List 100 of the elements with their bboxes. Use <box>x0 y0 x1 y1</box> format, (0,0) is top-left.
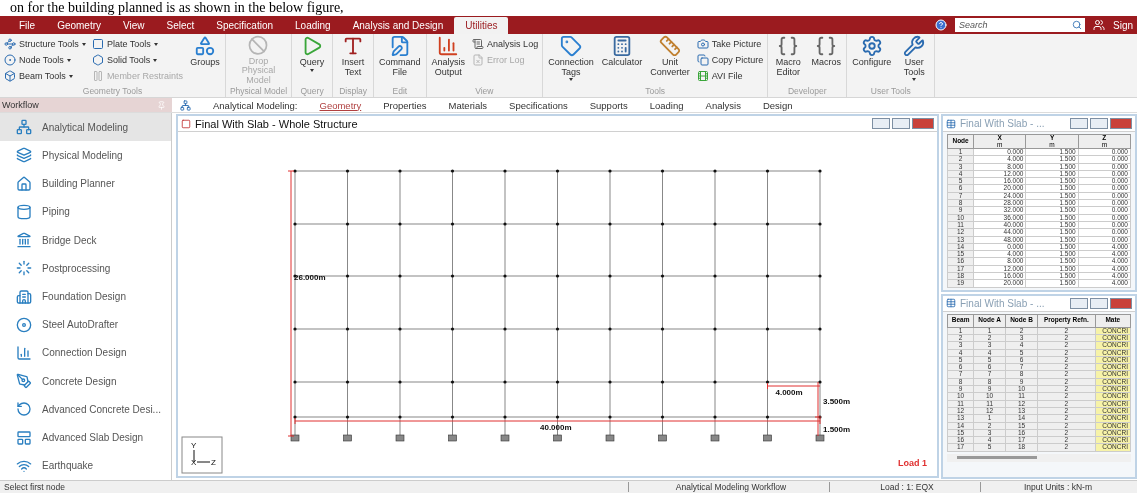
shapes-icon <box>193 35 216 57</box>
maximize-button[interactable] <box>1090 118 1108 129</box>
ribbon-button[interactable]: AVI File <box>696 69 764 83</box>
dimension-label: 26.000m <box>294 273 326 282</box>
ribbon-button[interactable]: Calculator <box>600 35 644 85</box>
menu-tab[interactable]: File <box>8 16 47 34</box>
menu-tab[interactable]: Geometry <box>46 16 113 34</box>
caret-icon <box>66 58 71 62</box>
account-icon[interactable] <box>1093 19 1105 31</box>
window-title: Final With Slab - Whole Structure <box>195 117 358 130</box>
ribbon-button[interactable]: Configure <box>851 35 893 85</box>
sign-in-link[interactable]: Sign <box>1113 19 1133 31</box>
ribbon-button[interactable]: Macros <box>810 35 843 85</box>
ribbon-button[interactable]: Beam Tools <box>4 69 86 83</box>
page-tab[interactable]: Analysis <box>705 99 741 111</box>
page-tab[interactable]: Loading <box>649 99 684 111</box>
axis-label: X <box>191 458 197 467</box>
building-icon <box>16 288 32 305</box>
panel-title: Workflow <box>2 100 39 110</box>
close-button[interactable] <box>1110 297 1132 309</box>
caret-icon <box>310 68 315 72</box>
ribbon-button[interactable]: Analysis Output <box>430 35 467 85</box>
group-label: User Tools <box>869 86 912 97</box>
ribbon-button[interactable]: Macro Editor <box>772 35 805 85</box>
scroll-thumb[interactable] <box>957 455 1037 459</box>
group-label: Tools <box>644 86 667 97</box>
window-title: Final With Slab - ... <box>960 118 1045 129</box>
dimension-label: 4.000m <box>775 388 803 397</box>
menu-tab[interactable]: Select <box>155 16 206 34</box>
status-text: Load : 1: EQX <box>879 482 935 492</box>
minimize-button[interactable] <box>1070 297 1088 309</box>
menu-tab[interactable]: Analysis and Design <box>341 16 455 34</box>
status-text: Analytical Modeling Workflow <box>674 482 788 492</box>
axis-label: Z <box>211 458 216 467</box>
ribbon-button[interactable]: Unit Converter <box>649 35 691 85</box>
gear-icon <box>860 35 883 57</box>
ribbon-button[interactable]: Query <box>296 35 329 85</box>
load-label: Load 1 <box>898 458 927 468</box>
document-caption: on for the building planned is as shown in the below figure, <box>9 0 345 16</box>
camera-icon <box>696 38 709 50</box>
ribbon-button[interactable]: Groups <box>188 35 221 85</box>
menu-tab[interactable]: Utilities <box>454 17 509 34</box>
caret-icon <box>81 42 86 46</box>
ribbon-button[interactable]: Solid Tools <box>91 53 183 67</box>
window-title: Final With Slab - ... <box>960 297 1045 309</box>
page-tab[interactable]: Design <box>762 99 793 111</box>
group-label: Edit <box>391 86 409 97</box>
page-tab[interactable]: Supports <box>589 99 628 111</box>
table-icon <box>946 298 956 309</box>
group-label: Developer <box>786 86 828 97</box>
menu-tab[interactable]: Loading <box>284 16 342 34</box>
file-icon <box>472 54 485 66</box>
ribbon-button[interactable]: Take Picture <box>696 37 764 51</box>
caret-icon <box>153 58 158 62</box>
status-text: Input Units : kN-m <box>1023 482 1093 492</box>
ribbon-button[interactable]: User Tools <box>898 35 931 85</box>
ribbon-button[interactable]: Insert Text <box>337 35 370 85</box>
axis-label: Y <box>191 441 197 450</box>
wrench-icon <box>903 35 926 57</box>
page-tab[interactable]: Specifications <box>509 99 568 111</box>
minimize-button[interactable] <box>1070 118 1088 129</box>
help-icon[interactable] <box>935 19 947 31</box>
network-icon <box>180 99 191 111</box>
ruler-icon <box>658 35 681 57</box>
film-icon <box>696 70 709 82</box>
dimension-label: 3.500m <box>823 397 851 406</box>
search-field[interactable]: Search <box>955 18 1085 32</box>
dimension-label: 1.500m <box>823 425 851 434</box>
workflow-item[interactable]: Analytical Modeling <box>0 113 171 142</box>
page-tab[interactable]: Materials <box>448 99 488 111</box>
maximize-button[interactable] <box>1090 297 1108 309</box>
minimize-button[interactable] <box>872 118 890 129</box>
dimension-label: 40.000m <box>540 423 572 432</box>
braces-icon <box>815 35 838 57</box>
panel-icon <box>16 429 32 446</box>
ribbon-button[interactable]: Node Tools <box>4 53 86 67</box>
spinner-icon <box>16 260 32 277</box>
menu-tab[interactable]: Specification <box>205 16 285 34</box>
bar-chart-icon <box>437 35 460 57</box>
group-label: Query <box>299 86 325 97</box>
page-tab[interactable]: Properties <box>383 99 427 111</box>
page-tab[interactable]: Geometry <box>319 99 362 111</box>
ribbon-button[interactable]: Analysis Log <box>472 37 539 51</box>
search-icon[interactable] <box>1072 20 1082 30</box>
layers-icon <box>16 147 32 164</box>
disc-icon <box>16 316 32 333</box>
ribbon-button[interactable]: Command File <box>378 35 422 85</box>
ribbon-button[interactable]: Plate Tools <box>91 37 183 51</box>
ban-icon <box>247 35 270 56</box>
caret-icon <box>568 78 573 81</box>
plate-icon <box>91 38 104 50</box>
window-icon <box>181 118 191 129</box>
ribbon-button[interactable]: Copy Picture <box>696 53 764 67</box>
ribbon-button[interactable]: Structure Tools <box>4 37 86 51</box>
ribbon-button[interactable]: Connection Tags <box>547 35 595 85</box>
pen-icon <box>16 373 32 390</box>
scrollbar[interactable] <box>947 453 1131 462</box>
maximize-button[interactable] <box>892 118 910 129</box>
network-icon <box>16 119 32 136</box>
menu-tab[interactable]: View <box>112 16 156 34</box>
